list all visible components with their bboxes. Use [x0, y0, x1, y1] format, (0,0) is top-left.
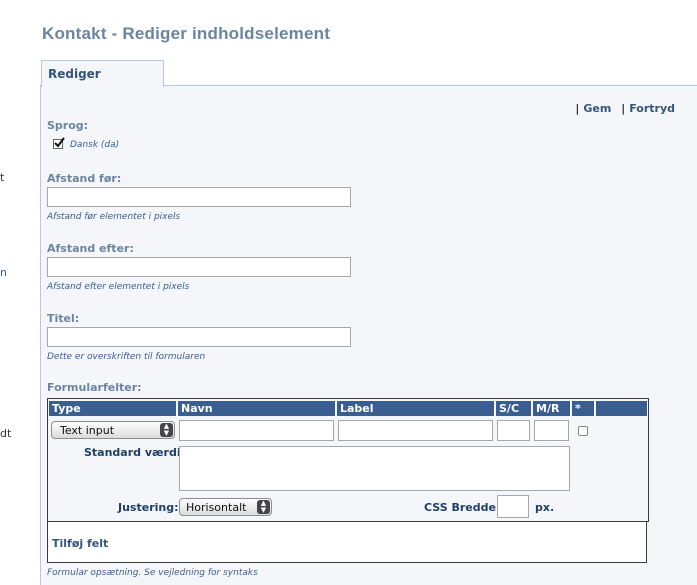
space-before-help: Afstand før elementet i pixels	[47, 212, 181, 222]
column-header-required: *	[572, 401, 594, 416]
cancel-link[interactable]: Fortryd	[629, 102, 675, 115]
alignment-label: Justering:	[118, 501, 179, 514]
column-header-label: Label	[337, 401, 494, 416]
edge-fragment-1: t	[0, 171, 5, 184]
action-bar: | Gem | Fortryd	[569, 102, 675, 115]
field-label-input[interactable]	[338, 420, 493, 441]
language-label: Sprog:	[47, 119, 89, 132]
edge-fragment-2: n	[0, 266, 7, 279]
css-width-input[interactable]	[497, 495, 529, 518]
space-before-label: Afstand før:	[47, 172, 122, 185]
title-label: Titel:	[47, 312, 80, 325]
space-after-input[interactable]	[47, 257, 351, 277]
tab-rediger[interactable]: Rediger	[41, 60, 164, 87]
add-field-link[interactable]: Tilføj felt	[52, 537, 108, 550]
form-fields-help: Formular opsætning. Se vejledning for sy…	[47, 568, 258, 578]
field-name-input[interactable]	[179, 420, 334, 441]
tab-label: Rediger	[48, 67, 101, 81]
required-checkbox[interactable]	[578, 426, 588, 436]
column-header-empty	[596, 401, 647, 416]
title-input[interactable]	[47, 327, 351, 347]
alignment-select[interactable]: Horisontalt ▲ ▼	[179, 498, 272, 516]
default-value-label: Standard værdi:	[84, 446, 186, 459]
space-after-label: Afstand efter:	[47, 242, 134, 255]
column-header-type: Type	[49, 401, 176, 416]
page-title: Kontakt - Rediger indholdselement	[42, 24, 331, 43]
checkmark-icon	[54, 137, 65, 148]
add-field-box: Tilføj felt	[47, 521, 647, 563]
select-arrows-icon: ▲ ▼	[160, 423, 173, 437]
type-select[interactable]: Text input ▲ ▼	[51, 421, 175, 439]
column-header-navn: Navn	[178, 401, 335, 416]
css-width-unit: px.	[535, 501, 555, 514]
column-header-mr: M/R	[533, 401, 570, 416]
space-before-input[interactable]	[47, 187, 351, 207]
mr-input[interactable]	[534, 420, 569, 441]
language-option-label: Dansk (da)	[70, 140, 120, 150]
separator: |	[621, 102, 626, 115]
css-width-label: CSS Bredde:	[424, 501, 501, 514]
column-header-sc: S/C	[496, 401, 531, 416]
title-help: Dette er overskriften til formularen	[47, 352, 206, 362]
default-value-textarea[interactable]	[179, 446, 570, 491]
type-select-value: Text input	[60, 424, 115, 437]
sc-input[interactable]	[497, 420, 530, 441]
save-link[interactable]: Gem	[583, 102, 611, 115]
separator: |	[575, 102, 580, 115]
form-fields-label: Formularfelter:	[47, 381, 142, 394]
edge-fragment-3: dt	[0, 427, 12, 440]
language-checkbox[interactable]	[53, 137, 65, 149]
select-arrows-icon: ▲ ▼	[257, 500, 270, 514]
space-after-help: Afstand efter elementet i pixels	[47, 282, 190, 292]
alignment-select-value: Horisontalt	[186, 501, 247, 514]
